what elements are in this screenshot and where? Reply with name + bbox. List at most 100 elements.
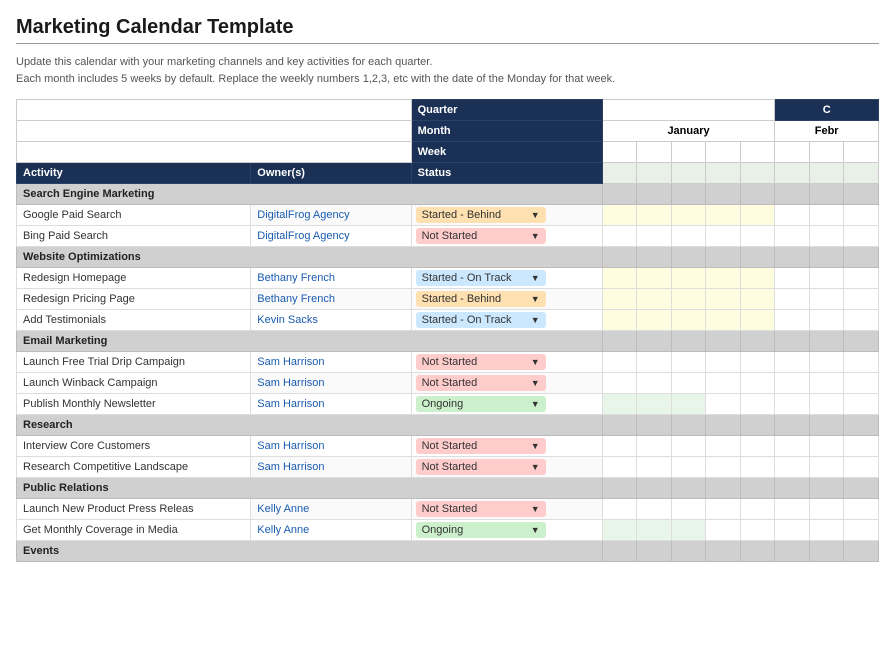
week-cell bbox=[844, 520, 879, 541]
week-cell bbox=[775, 373, 810, 394]
activity-cell: Interview Core Customers bbox=[17, 436, 251, 457]
week-cell bbox=[809, 226, 844, 247]
table-row: Bing Paid SearchDigitalFrog Agency Not St… bbox=[17, 226, 879, 247]
week-cell bbox=[809, 373, 844, 394]
status-badge: Started - Behind▼ bbox=[416, 291, 546, 307]
status-badge: Started - On Track▼ bbox=[416, 312, 546, 328]
owner-cell: Sam Harrison bbox=[251, 352, 411, 373]
week-cell bbox=[706, 457, 741, 478]
table-row: Redesign HomepageBethany FrenchStarted -… bbox=[17, 268, 879, 289]
owner-header: Owner(s) bbox=[251, 163, 411, 184]
status-badge: Not Started▼ bbox=[416, 438, 546, 454]
status-cell[interactable]: Started - On Track▼ bbox=[411, 268, 602, 289]
week-cell bbox=[602, 394, 637, 415]
header-quarter-row: Quarter C bbox=[17, 100, 879, 121]
week-cell bbox=[740, 457, 775, 478]
owner-cell: DigitalFrog Agency bbox=[251, 226, 411, 247]
week-cell bbox=[844, 373, 879, 394]
week-cell bbox=[706, 499, 741, 520]
week-label: Week bbox=[411, 142, 602, 163]
week-cell bbox=[602, 499, 637, 520]
table-row: Publish Monthly NewsletterSam HarrisonOn… bbox=[17, 394, 879, 415]
week-cell bbox=[602, 226, 637, 247]
activity-header: Activity bbox=[17, 163, 251, 184]
category-row: Research bbox=[17, 415, 879, 436]
status-cell[interactable]: Not Started▼ bbox=[411, 352, 602, 373]
status-cell[interactable]: Started - Behind▼ bbox=[411, 205, 602, 226]
status-badge: Not Started▼ bbox=[416, 228, 546, 244]
category-row: Website Optimizations bbox=[17, 247, 879, 268]
week-cell bbox=[671, 205, 706, 226]
subtitle: Update this calendar with your marketing… bbox=[16, 54, 879, 87]
week-cell bbox=[775, 394, 810, 415]
week-cell bbox=[775, 310, 810, 331]
week-cell bbox=[706, 205, 741, 226]
page-title: Marketing Calendar Template bbox=[16, 16, 879, 39]
week-cell bbox=[671, 436, 706, 457]
week-cell bbox=[844, 205, 879, 226]
week-cell bbox=[671, 520, 706, 541]
week-cell bbox=[740, 289, 775, 310]
week-cell bbox=[602, 457, 637, 478]
week-cell bbox=[844, 394, 879, 415]
week-cell bbox=[637, 394, 672, 415]
week-cell bbox=[637, 499, 672, 520]
activity-cell: Redesign Pricing Page bbox=[17, 289, 251, 310]
activity-cell: Research Competitive Landscape bbox=[17, 457, 251, 478]
week-cell bbox=[671, 499, 706, 520]
week-cell bbox=[775, 226, 810, 247]
week-cell bbox=[740, 226, 775, 247]
week-cell bbox=[775, 499, 810, 520]
week-cell bbox=[671, 394, 706, 415]
week-cell bbox=[706, 268, 741, 289]
table-row: Add TestimonialsKevin SacksStarted - On … bbox=[17, 310, 879, 331]
week-cell bbox=[706, 520, 741, 541]
calendar-table: Quarter C Month January Febr Week 1 2 3 … bbox=[16, 99, 879, 562]
activity-cell: Launch Winback Campaign bbox=[17, 373, 251, 394]
week-cell bbox=[844, 499, 879, 520]
activity-cell: Bing Paid Search bbox=[17, 226, 251, 247]
week-cell bbox=[706, 289, 741, 310]
owner-cell: Bethany French bbox=[251, 289, 411, 310]
week-cell bbox=[637, 289, 672, 310]
owner-cell: Kelly Anne bbox=[251, 520, 411, 541]
activity-cell: Launch Free Trial Drip Campaign bbox=[17, 352, 251, 373]
week-cell bbox=[637, 205, 672, 226]
status-cell[interactable]: Not Started▼ bbox=[411, 226, 602, 247]
week-cell bbox=[637, 520, 672, 541]
week-cell bbox=[671, 352, 706, 373]
week-cell bbox=[602, 436, 637, 457]
week-cell bbox=[775, 352, 810, 373]
week-cell bbox=[602, 289, 637, 310]
week-cell bbox=[671, 310, 706, 331]
table-row: Get Monthly Coverage in MediaKelly AnneO… bbox=[17, 520, 879, 541]
week-cell bbox=[844, 352, 879, 373]
week-cell bbox=[809, 499, 844, 520]
status-cell[interactable]: Started - Behind▼ bbox=[411, 289, 602, 310]
category-row: Search Engine Marketing bbox=[17, 184, 879, 205]
table-row: Launch Free Trial Drip CampaignSam Harri… bbox=[17, 352, 879, 373]
week-cell bbox=[706, 394, 741, 415]
status-cell[interactable]: Started - On Track▼ bbox=[411, 310, 602, 331]
week-cell bbox=[637, 226, 672, 247]
week-cell bbox=[740, 394, 775, 415]
status-cell[interactable]: Not Started▼ bbox=[411, 436, 602, 457]
week-cell bbox=[637, 310, 672, 331]
table-row: Google Paid SearchDigitalFrog AgencyStar… bbox=[17, 205, 879, 226]
status-cell[interactable]: Not Started▼ bbox=[411, 373, 602, 394]
week-cell bbox=[740, 352, 775, 373]
week-cell bbox=[844, 289, 879, 310]
status-cell[interactable]: Ongoing▼ bbox=[411, 394, 602, 415]
activity-cell: Add Testimonials bbox=[17, 310, 251, 331]
status-cell[interactable]: Not Started▼ bbox=[411, 499, 602, 520]
week-cell bbox=[602, 520, 637, 541]
week-cell bbox=[844, 268, 879, 289]
week-cell bbox=[706, 436, 741, 457]
week-cell bbox=[809, 394, 844, 415]
status-cell[interactable]: Not Started▼ bbox=[411, 457, 602, 478]
status-cell[interactable]: Ongoing▼ bbox=[411, 520, 602, 541]
table-row: Interview Core CustomersSam HarrisonNot … bbox=[17, 436, 879, 457]
activity-cell: Redesign Homepage bbox=[17, 268, 251, 289]
week-cell bbox=[809, 457, 844, 478]
status-badge: Not Started▼ bbox=[416, 501, 546, 517]
